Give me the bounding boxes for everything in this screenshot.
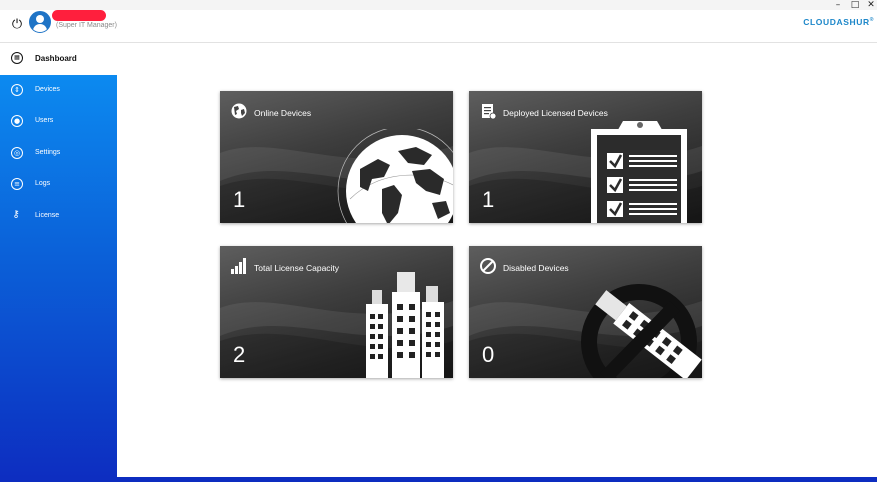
brand-logo: CLOUDASHUR® — [803, 17, 874, 27]
sidebar-item-label: Dashboard — [35, 54, 77, 63]
card-count: 2 — [233, 342, 246, 367]
minimize-button[interactable]: – — [829, 0, 847, 10]
disabled-usb-illustration — [581, 284, 702, 378]
dashboard-icon: ▦ — [11, 52, 23, 64]
username-redacted — [52, 10, 106, 21]
clipboard-check-icon — [482, 104, 497, 120]
sidebar-item-settings[interactable]: ◎ Settings — [0, 143, 117, 165]
power-icon[interactable]: ⏻ — [10, 17, 24, 33]
clipboard-checklist-illustration — [591, 121, 687, 223]
sidebar-item-label: Devices — [35, 86, 60, 93]
sidebar-item-users[interactable]: ● Users — [0, 111, 117, 133]
prohibited-icon — [480, 258, 496, 274]
logs-icon: ≡ — [11, 178, 23, 190]
signal-bars-icon — [231, 258, 246, 274]
sidebar-item-dashboard[interactable]: ▦ Dashboard — [0, 44, 117, 74]
card-total-license-capacity[interactable]: Total License Capacity 2 — [220, 246, 453, 378]
license-icon: ⚷ — [12, 209, 20, 220]
close-button[interactable]: ✕ — [862, 0, 877, 10]
card-deployed-licensed-devices[interactable]: Deployed Licensed Devices 1 — [469, 91, 702, 223]
usb-drives-illustration — [366, 272, 444, 378]
sidebar-item-logs[interactable]: ≡ Logs — [0, 174, 117, 196]
users-icon: ● — [11, 115, 23, 127]
app-header: ⏻ (Super IT Manager) CLOUDASHUR® — [0, 10, 877, 43]
card-online-devices[interactable]: Online Devices 1 — [220, 91, 453, 223]
sidebar-item-label: License — [35, 212, 60, 219]
card-disabled-devices[interactable]: Disabled Devices 0 — [469, 246, 702, 378]
footer-bar — [117, 477, 877, 482]
window-titlebar: – □ ✕ — [0, 0, 877, 10]
card-title: Online Devices — [254, 108, 312, 118]
card-count: 0 — [482, 342, 495, 367]
sidebar-item-license[interactable]: ⚷ License — [0, 206, 117, 228]
devices-icon: ⇕ — [11, 84, 23, 96]
user-role: (Super IT Manager) — [56, 22, 117, 29]
globe-icon — [231, 103, 247, 119]
card-count: 1 — [482, 187, 495, 212]
brand-registered-mark: ® — [869, 17, 874, 24]
card-title: Total License Capacity — [254, 263, 340, 273]
sidebar-item-label: Users — [35, 117, 54, 124]
sidebar-item-label: Logs — [35, 180, 51, 187]
settings-icon: ◎ — [11, 147, 23, 159]
sidebar-item-devices[interactable]: ⇕ Devices — [0, 80, 117, 102]
sidebar: ⇕ Devices ● Users ◎ Settings ≡ Logs ⚷ Li… — [0, 75, 117, 482]
sidebar-item-label: Settings — [35, 149, 61, 156]
card-title: Disabled Devices — [503, 263, 569, 273]
user-avatar-icon[interactable] — [29, 11, 51, 33]
card-count: 1 — [233, 187, 246, 212]
brand-name: CLOUDASHUR — [803, 17, 870, 27]
globe-illustration — [337, 129, 453, 223]
